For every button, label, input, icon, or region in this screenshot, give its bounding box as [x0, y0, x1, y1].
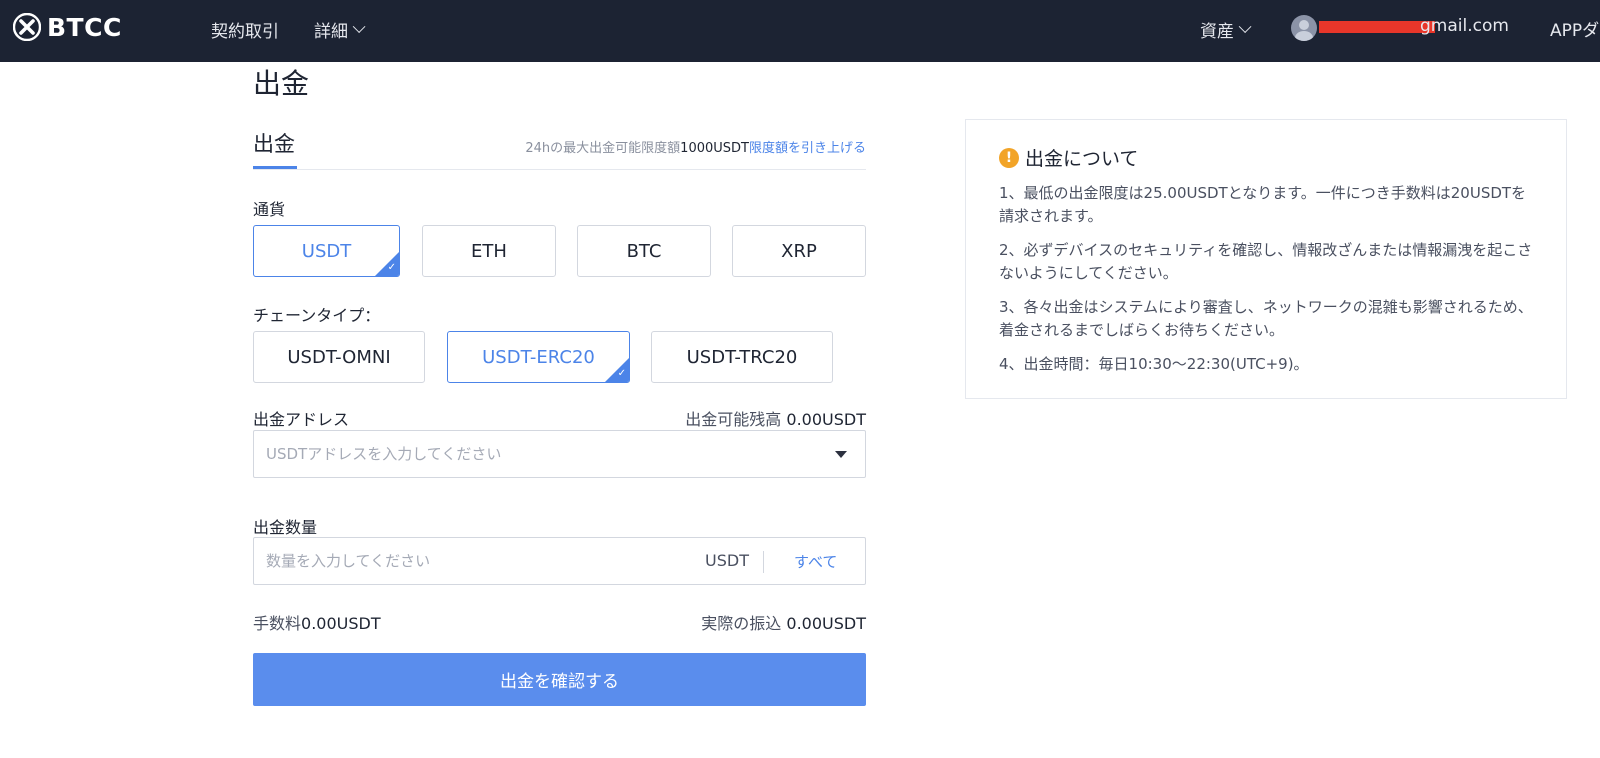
actual-transfer-info: 実際の振込 0.00USDT — [701, 610, 866, 634]
limit-value: 1000USDT — [680, 141, 749, 156]
warning-icon: ! — [999, 147, 1019, 168]
currency-option-usdt[interactable]: USDT ✓ — [253, 225, 400, 277]
field-separator — [763, 551, 764, 573]
currency-option-btc[interactable]: BTC — [577, 225, 711, 277]
chain-option-erc20[interactable]: USDT-ERC20 ✓ — [447, 331, 630, 383]
check-icon: ✓ — [617, 368, 626, 379]
withdraw-amount-label: 出金数量 — [253, 518, 318, 537]
limit-prefix: 24hの最大出金可能限度額 — [525, 141, 681, 156]
assets-menu[interactable]: 資産 — [1200, 17, 1252, 42]
notice-item: 3、各々出金はシステムにより審査し、ネットワークの混雑も影響されるため、着金され… — [999, 298, 1533, 339]
chevron-down-icon — [1238, 20, 1252, 34]
available-balance-label: 出金可能残高 — [685, 410, 782, 429]
fee-label: 手数料 — [253, 614, 302, 633]
currency-option-label: XRP — [781, 240, 817, 262]
confirm-withdraw-button[interactable]: 出金を確認する — [253, 653, 866, 706]
check-icon: ✓ — [387, 262, 396, 273]
chevron-down-icon — [352, 20, 366, 34]
user-email[interactable]: gmail.com — [1420, 16, 1509, 36]
notice-item: 2、必ずデバイスのセキュリティを確認し、情報改ざんまたは情報漏洩を起こさないよう… — [999, 241, 1533, 282]
tab-withdraw[interactable]: 出金 — [253, 128, 295, 158]
withdraw-notice-panel: ! 出金について 1、最低の出金限度は25.00USDTとなります。一件につき手… — [965, 119, 1567, 399]
withdraw-address-label: 出金アドレス — [253, 410, 350, 429]
amount-input[interactable] — [266, 538, 686, 584]
chain-type-label: チェーンタイプ： — [253, 306, 381, 325]
brand-name: BTCC — [47, 12, 122, 42]
currency-option-label: USDT — [301, 240, 352, 262]
btcc-logo-icon — [13, 13, 41, 41]
actual-transfer-value: 0.00USDT — [786, 614, 866, 633]
tab-divider — [253, 169, 866, 170]
currency-option-eth[interactable]: ETH — [422, 225, 556, 277]
fee-value: 0.00USDT — [301, 614, 381, 633]
notice-item: 1、最低の出金限度は25.00USDTとなります。一件につき手数料は20USDT… — [999, 184, 1527, 225]
currency-option-xrp[interactable]: XRP — [732, 225, 866, 277]
notice-item: 4、出金時間：毎日10:30〜22:30(UTC+9)。 — [999, 355, 1309, 373]
redaction-bar — [1319, 21, 1435, 33]
currency-label: 通貨 — [253, 200, 286, 219]
chain-option-label: USDT-ERC20 — [482, 346, 595, 368]
amount-field: USDT すべて — [253, 537, 866, 585]
available-balance-value: 0.00USDT — [786, 410, 866, 429]
user-avatar-icon[interactable] — [1291, 15, 1317, 41]
amount-unit: USDT — [705, 551, 749, 570]
currency-option-label: BTC — [626, 240, 662, 262]
caret-down-icon[interactable] — [835, 451, 847, 458]
raise-limit-link[interactable]: 限度額を引き上げる — [749, 141, 866, 156]
assets-label: 資産 — [1200, 22, 1234, 42]
notice-title: 出金について — [1025, 148, 1139, 170]
btcc-logo[interactable]: BTCC — [13, 12, 122, 42]
app-download-link[interactable]: APPダ — [1550, 16, 1600, 41]
nav-contract-trading-label: 契約取引 — [211, 22, 279, 42]
top-nav-bar: BTCC 契約取引 詳細 資産 gmail.com APPダ — [0, 0, 1600, 62]
currency-option-label: ETH — [471, 240, 507, 262]
chain-option-omni[interactable]: USDT-OMNI — [253, 331, 425, 383]
fee-info: 手数料0.00USDT — [253, 610, 381, 634]
withdraw-limit-info: 24hの最大出金可能限度額1000USDT限度額を引き上げる — [525, 137, 866, 156]
address-input[interactable] — [266, 431, 826, 477]
nav-details-menu[interactable]: 詳細 — [314, 17, 366, 42]
available-balance: 出金可能残高 0.00USDT — [685, 406, 866, 430]
nav-contract-trading[interactable]: 契約取引 — [211, 17, 279, 42]
chain-option-label: USDT-OMNI — [287, 346, 391, 368]
chain-option-trc20[interactable]: USDT-TRC20 — [651, 331, 833, 383]
chain-option-label: USDT-TRC20 — [686, 346, 798, 368]
withdraw-all-button[interactable]: すべて — [794, 551, 837, 572]
nav-details-label: 詳細 — [314, 22, 348, 42]
page-title: 出金 — [253, 67, 310, 100]
notice-header: ! 出金について — [999, 144, 1138, 171]
actual-transfer-label: 実際の振込 — [701, 614, 782, 633]
address-field — [253, 430, 866, 478]
